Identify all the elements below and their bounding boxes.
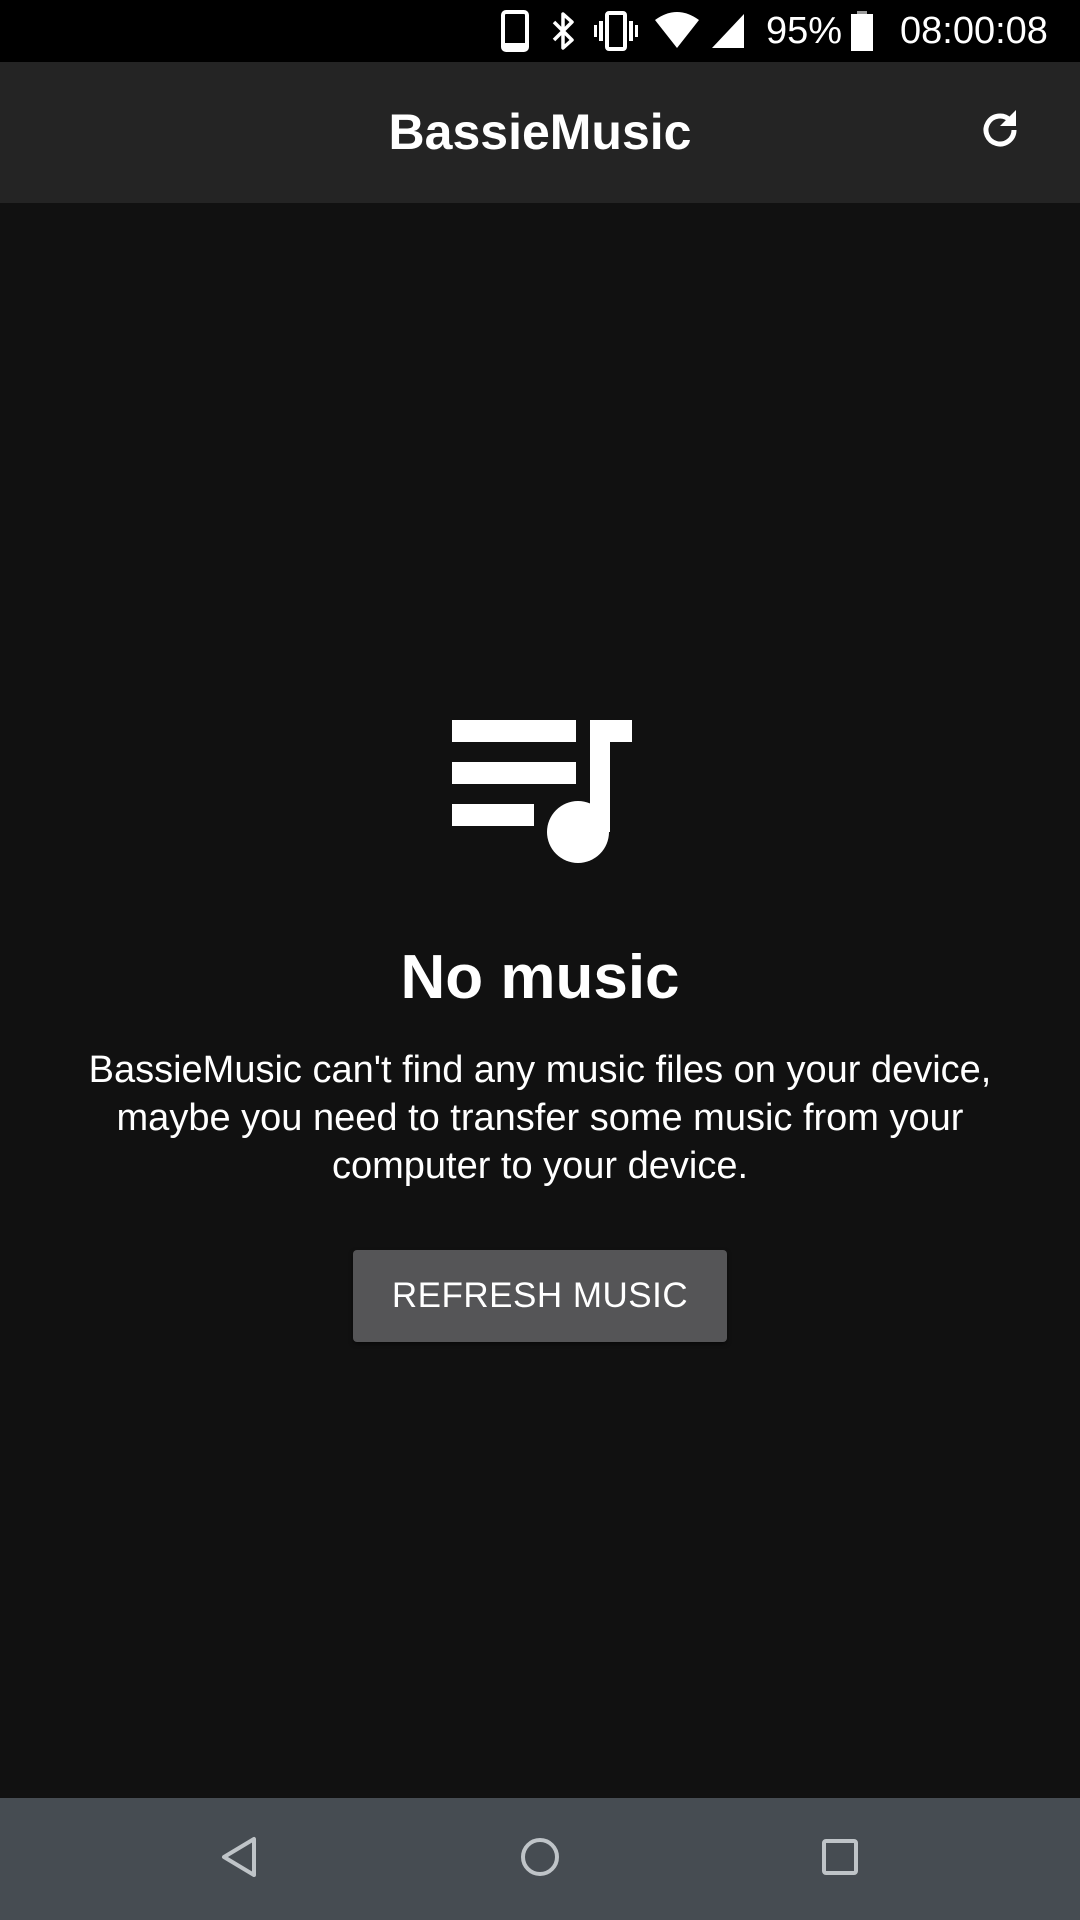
recents-icon: [820, 1837, 860, 1882]
status-time: 08:00:08: [900, 10, 1048, 52]
battery-percent: 95%: [766, 10, 843, 52]
screen: 95% 08:00:08 BassieMusic No music Bassie…: [0, 0, 1080, 1920]
app-bar: BassieMusic: [0, 62, 1080, 203]
bluetooth-icon: [548, 10, 578, 52]
empty-state-message: BassieMusic can't find any music files o…: [88, 1049, 992, 1187]
home-icon: [518, 1835, 562, 1884]
wifi-icon: [654, 10, 700, 52]
status-bar: 95% 08:00:08: [0, 0, 1080, 62]
refresh-action-button[interactable]: [968, 100, 1032, 164]
playlist-music-icon: [0, 700, 1080, 870]
empty-state-title: No music: [400, 943, 680, 1012]
navigation-bar: [0, 1798, 1080, 1920]
empty-state: No music BassieMusic can't find any musi…: [0, 700, 1080, 1342]
refresh-music-button[interactable]: REFRESH MUSIC: [353, 1250, 727, 1342]
signal-icon: [710, 10, 746, 52]
refresh-icon: [976, 106, 1024, 159]
vibrate-icon: [594, 10, 638, 52]
battery-icon: [850, 10, 874, 52]
app-title: BassieMusic: [388, 104, 692, 160]
recents-button[interactable]: [810, 1829, 870, 1889]
back-icon: [220, 1835, 260, 1884]
home-button[interactable]: [510, 1829, 570, 1889]
back-button[interactable]: [210, 1829, 270, 1889]
phone-icon: [500, 10, 530, 52]
